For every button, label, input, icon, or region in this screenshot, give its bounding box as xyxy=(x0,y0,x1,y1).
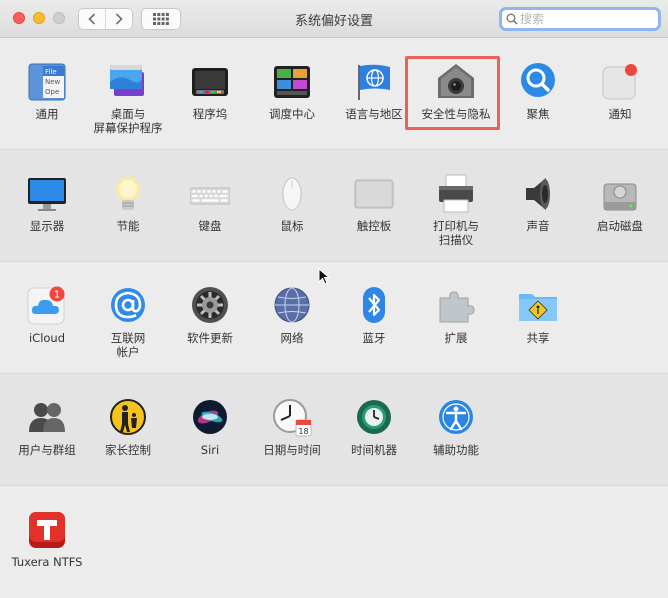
gear-icon xyxy=(192,287,228,323)
clock-calendar-icon: 18 xyxy=(273,399,312,437)
pref-label: 打印机与 扫描仪 xyxy=(433,219,479,247)
parental-controls-icon xyxy=(110,399,146,435)
show-all-button[interactable] xyxy=(141,8,181,30)
minimize-button[interactable] xyxy=(33,12,45,24)
pref-label: 通知 xyxy=(608,107,632,121)
pref-label: 互联网 帐户 xyxy=(110,331,146,359)
pref-label: iCloud xyxy=(28,331,66,345)
mission-control-icon xyxy=(274,66,310,98)
chevron-right-icon xyxy=(115,13,123,25)
title-bar: 系统偏好设置 xyxy=(0,0,668,38)
pref-label: 显示器 xyxy=(29,219,65,233)
pref-label: 软件更新 xyxy=(187,331,233,345)
close-button[interactable] xyxy=(13,12,25,24)
desktop-icon xyxy=(110,65,144,96)
pref-label: 网络 xyxy=(280,331,304,345)
pref-label: 调度中心 xyxy=(269,107,315,121)
flag-globe-icon xyxy=(358,64,390,100)
pref-label: 桌面与 屏幕保护程序 xyxy=(93,107,163,135)
section-internet: 1 iCloud 互联网 帐户 软件更新 网络 蓝牙 扩展 共享 xyxy=(0,262,668,374)
tuxera-icon xyxy=(29,512,65,548)
pref-label: 声音 xyxy=(526,219,550,233)
trackpad-icon xyxy=(354,179,394,209)
at-sign-icon xyxy=(111,288,145,322)
speaker-icon xyxy=(526,178,550,210)
pref-label: 共享 xyxy=(526,331,550,345)
general-icon: File New Ope xyxy=(28,63,66,101)
mouse-pointer-icon xyxy=(318,268,331,285)
keyboard-icon xyxy=(190,187,230,205)
forward-button[interactable] xyxy=(105,8,133,30)
bluetooth-icon xyxy=(363,287,385,323)
icloud-icon: 1 xyxy=(27,286,65,325)
section-personal: File New Ope 通用 桌面与 屏幕保护程序 程序坞 调度中心 语言与地… xyxy=(0,38,668,150)
shared-folder-icon xyxy=(519,294,557,321)
pref-label: 节能 xyxy=(116,219,140,233)
zoom-button[interactable] xyxy=(53,12,65,24)
svg-text:1: 1 xyxy=(54,290,60,301)
accessibility-icon xyxy=(439,400,473,434)
window-title: 系统偏好设置 xyxy=(294,14,373,29)
svg-text:18: 18 xyxy=(298,427,308,436)
magnifier-icon xyxy=(521,63,555,97)
users-icon xyxy=(29,403,65,432)
section-other: Tuxera NTFS xyxy=(0,486,668,598)
pref-label: 聚焦 xyxy=(526,107,550,121)
svg-text:New: New xyxy=(45,78,61,86)
pref-label: 触控板 xyxy=(356,219,392,233)
back-button[interactable] xyxy=(78,8,106,30)
search-field[interactable] xyxy=(499,7,661,31)
pref-label: 日期与时间 xyxy=(263,443,321,457)
svg-text:Ope: Ope xyxy=(45,88,59,96)
search-icon xyxy=(506,13,518,25)
system-preferences-window: 系统偏好设置 File New Ope 通用 xyxy=(0,0,668,598)
pref-label: 启动磁盘 xyxy=(597,219,643,233)
pref-label: Tuxera NTFS xyxy=(11,555,83,569)
svg-text:File: File xyxy=(45,68,57,76)
pref-label: 通用 xyxy=(35,107,59,121)
lightbulb-icon xyxy=(116,177,140,210)
search-input[interactable] xyxy=(520,12,650,26)
printer-icon xyxy=(439,174,473,213)
section-system: 用户与群组 家长控制 Siri 18 日期与时间 时间机器 辅助功能 xyxy=(0,374,668,486)
siri-icon xyxy=(193,400,227,434)
pref-label: 家长控制 xyxy=(105,443,151,457)
hard-disk-icon xyxy=(603,183,637,211)
mouse-icon xyxy=(282,177,302,211)
pref-label: 程序坞 xyxy=(192,107,228,121)
pref-label: 时间机器 xyxy=(351,443,397,457)
pref-label: 用户与群组 xyxy=(18,443,76,457)
pref-label: 键盘 xyxy=(198,219,222,233)
notifications-icon xyxy=(602,64,637,100)
dock-icon xyxy=(192,68,228,96)
section-hardware: 显示器 节能 键盘 鼠标 触控板 打印机与 扫描仪 声音 启动磁盘 xyxy=(0,150,668,262)
pref-label: 辅助功能 xyxy=(433,443,479,457)
pref-label: 扩展 xyxy=(444,331,468,345)
grid-icon xyxy=(153,13,169,25)
pref-label: 鼠标 xyxy=(280,219,304,233)
highlight-box xyxy=(405,56,500,130)
network-globe-icon xyxy=(274,287,310,323)
time-machine-icon xyxy=(357,400,391,434)
puzzle-piece-icon xyxy=(439,291,475,323)
pref-label: 蓝牙 xyxy=(362,331,386,345)
pref-label: Siri xyxy=(200,443,220,457)
chevron-left-icon xyxy=(88,13,96,25)
display-icon xyxy=(28,178,66,211)
